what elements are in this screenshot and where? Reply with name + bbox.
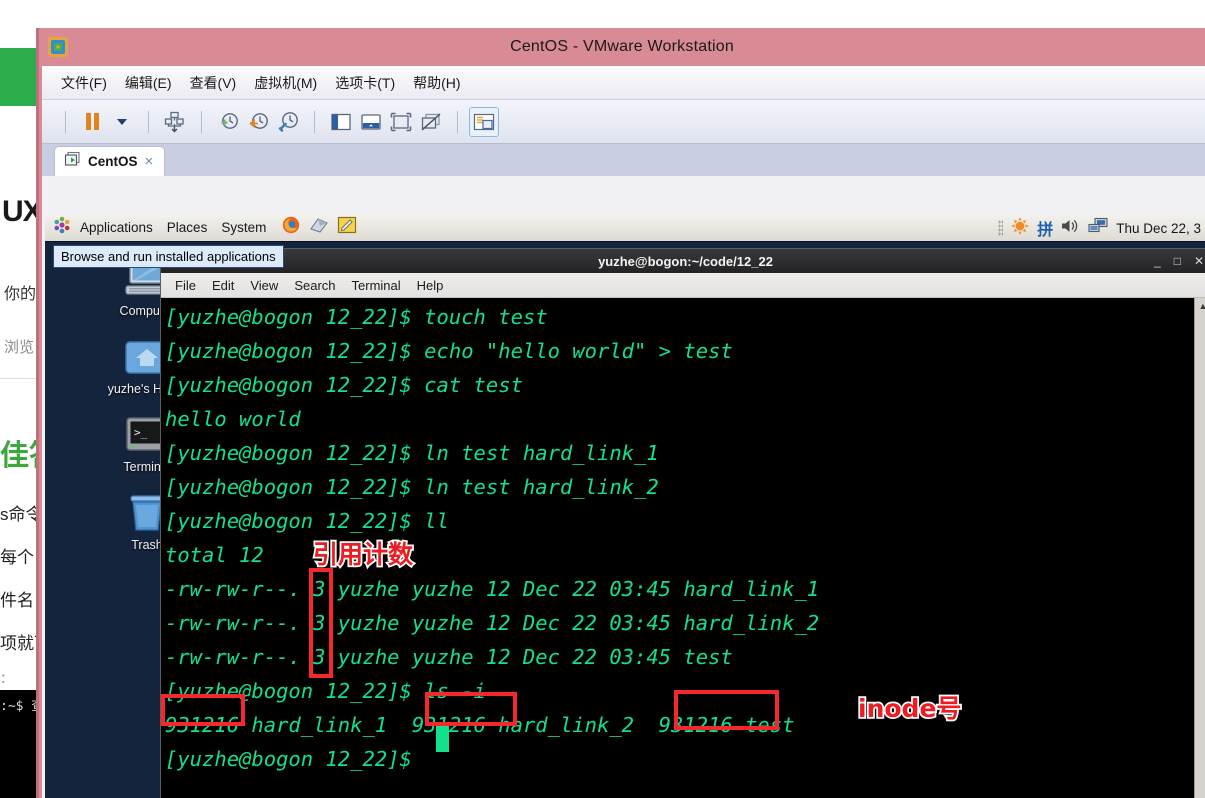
link-count-annotation-label: 引用计数 (311, 538, 415, 571)
vmware-window-title: CentOS - VMware Workstation (510, 38, 734, 55)
firefox-icon[interactable] (281, 215, 301, 240)
background-code-block: :~$ 查 pp_ yfi (0, 690, 40, 798)
brightness-icon[interactable] (1010, 216, 1030, 241)
gedit-icon[interactable] (337, 216, 357, 239)
background-line-2: 浏览 (4, 339, 35, 356)
volume-icon[interactable] (1060, 217, 1080, 240)
console-view-icon (473, 113, 495, 130)
menu-view[interactable]: 查看(V) (181, 70, 246, 96)
evolution-mail-icon[interactable] (309, 216, 329, 239)
scroll-up-arrow[interactable]: ▲ (1195, 298, 1205, 314)
gnome-panel-tray: 拼 Thu Dec 22, 3 (998, 214, 1205, 242)
desktop-icon-label: Trash (131, 538, 163, 552)
take-snapshot-button[interactable] (213, 107, 243, 137)
terminal-menu-search[interactable]: Search (294, 278, 335, 293)
vmware-chrome: 文件(F) 编辑(E) 查看(V) 虚拟机(M) 选项卡(T) 帮助(H) Ce… (42, 66, 1205, 798)
close-button[interactable]: ✕ (1194, 255, 1204, 267)
power-dropdown-button[interactable] (107, 107, 137, 137)
gnome-menu-places[interactable]: Places (160, 220, 215, 235)
vmware-workstation-window: CentOS - VMware Workstation 文件(F) 编辑(E) … (36, 28, 1205, 798)
background-line-4: 每个 (0, 548, 34, 567)
fullscreen-icon (390, 112, 412, 131)
minimize-button[interactable]: _ (1154, 255, 1161, 267)
inode-annotation-label: inode号 (856, 692, 963, 725)
maximize-button[interactable]: □ (1174, 255, 1181, 267)
suspend-button[interactable] (77, 107, 107, 137)
inode-highlight-box-1 (161, 694, 245, 726)
unity-mode-icon (421, 112, 441, 131)
background-line-1: 你的 (4, 286, 37, 303)
vmware-tabbar: CentOS × (42, 144, 1205, 176)
background-line-7: ： (0, 671, 14, 686)
manage-snapshots-button[interactable] (273, 107, 303, 137)
ibus-pinyin-icon[interactable]: 拼 (1037, 216, 1053, 240)
gnome-terminal-window: yuzhe@bogon:~/code/12_22 _ □ ✕ File Edit… (160, 248, 1205, 798)
terminal-menu-help[interactable]: Help (417, 278, 444, 293)
terminal-titlebar[interactable]: yuzhe@bogon:~/code/12_22 _ □ ✕ (161, 249, 1205, 273)
svg-text:>_: >_ (134, 426, 148, 439)
revert-snapshot-button[interactable] (243, 107, 273, 137)
menu-help[interactable]: 帮助(H) (404, 70, 469, 96)
menu-vm[interactable]: 虚拟机(M) (245, 70, 326, 96)
fullscreen-button[interactable] (386, 107, 416, 137)
panel-grip[interactable] (998, 220, 1004, 236)
chevron-down-icon (117, 118, 127, 125)
snapshot-add-icon (221, 112, 238, 129)
gnome-menu-applications[interactable]: Applications (73, 220, 160, 235)
terminal-menu-edit[interactable]: Edit (212, 278, 234, 293)
terminal-cursor (436, 725, 449, 752)
link-count-highlight-box (309, 568, 333, 678)
install-vmware-tools-icon (164, 111, 184, 132)
gnome-panel-clock[interactable]: Thu Dec 22, 3 (1116, 221, 1201, 236)
terminal-menu-file[interactable]: File (175, 278, 196, 293)
terminal-menu-terminal[interactable]: Terminal (352, 278, 401, 293)
unity-mode-button[interactable] (416, 107, 446, 137)
guest-os-screen: Applications Places System 拼 Thu Dec 22,… (45, 214, 1205, 798)
toolbar-separator (148, 110, 149, 133)
background-line-5: 件名 (0, 591, 34, 610)
vmware-logo-icon (47, 36, 69, 58)
toolbar-separator (314, 110, 315, 133)
show-library-button[interactable] (326, 107, 356, 137)
vmware-toolbar (42, 100, 1205, 144)
gnome-top-panel: Applications Places System 拼 Thu Dec 22,… (45, 214, 1205, 242)
menu-edit[interactable]: 编辑(E) (116, 70, 181, 96)
toolbar-separator (457, 110, 458, 133)
pause-icon (85, 113, 99, 130)
install-tools-button[interactable] (160, 107, 190, 137)
vm-tab-icon (64, 151, 81, 172)
terminal-body[interactable]: [yuzhe@bogon 12_22]$ touch test [yuzhe@b… (161, 298, 1205, 798)
terminal-menu-view[interactable]: View (250, 278, 278, 293)
terminal-scrollbar[interactable]: ▲ (1194, 298, 1205, 798)
snapshot-manager-icon (278, 111, 298, 132)
inode-highlight-box-2 (425, 692, 517, 726)
terminal-window-controls: _ □ ✕ (1154, 249, 1204, 273)
vm-tab-centos[interactable]: CentOS × (54, 146, 166, 176)
close-icon[interactable]: × (145, 153, 154, 170)
terminal-title-text: yuzhe@bogon:~/code/12_22 (598, 253, 773, 269)
menu-file[interactable]: 文件(F) (52, 70, 116, 96)
console-view-button[interactable] (469, 106, 499, 137)
sidebar-icon (331, 113, 351, 130)
background-green-block (0, 48, 40, 106)
toolbar-separator (201, 110, 202, 133)
snapshot-revert-icon (249, 112, 268, 129)
vmware-titlebar[interactable]: CentOS - VMware Workstation (39, 28, 1205, 66)
applications-tooltip: Browse and run installed applications (53, 245, 284, 268)
gnome-menu-system[interactable]: System (214, 220, 273, 235)
thumbnail-bar-icon (361, 113, 381, 130)
show-thumbnails-button[interactable] (356, 107, 386, 137)
applications-menu-icon (53, 216, 71, 239)
toolbar-separator (65, 110, 66, 133)
vmware-menubar: 文件(F) 编辑(E) 查看(V) 虚拟机(M) 选项卡(T) 帮助(H) (42, 66, 1205, 100)
terminal-menubar: File Edit View Search Terminal Help (161, 273, 1205, 298)
network-icon[interactable] (1087, 217, 1109, 240)
menu-tabs[interactable]: 选项卡(T) (326, 70, 404, 96)
inode-highlight-box-3 (674, 690, 779, 730)
vm-tab-label: CentOS (88, 154, 138, 169)
